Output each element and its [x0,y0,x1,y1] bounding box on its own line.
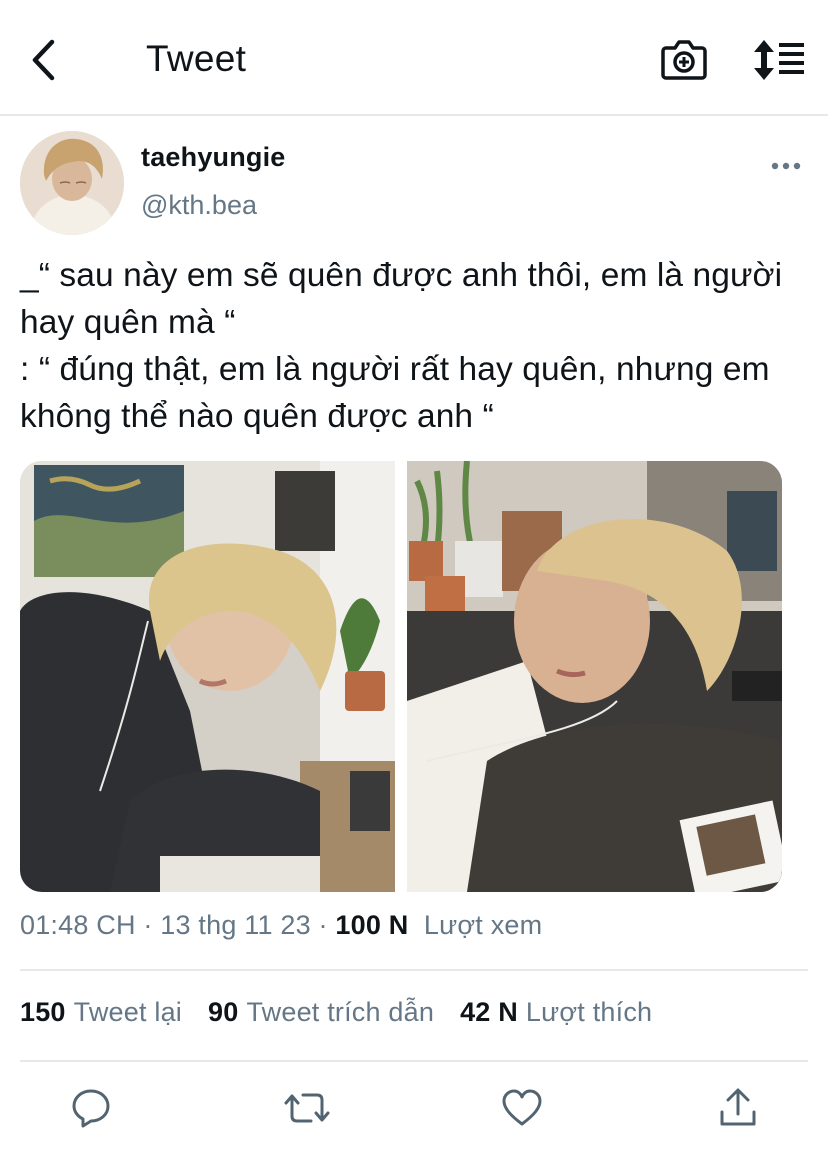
more-options-button[interactable] [768,156,804,176]
retweets-stat[interactable]: 150 Tweet lại [20,997,182,1027]
share-icon [720,1088,756,1126]
sort-icon [754,40,804,80]
tweet-photo-1[interactable] [20,461,395,892]
likes-label: Lượt thích [525,997,653,1027]
photo-image [407,461,782,892]
retweet-button[interactable] [283,1086,330,1130]
user-handle[interactable]: @kth.bea [141,190,257,221]
like-button[interactable] [500,1086,544,1130]
tweet-date: 13 thg 11 23 [160,910,311,940]
divider [20,1060,808,1062]
tweet-stats: 150 Tweet lại 90 Tweet trích dẫn 42 N Lượt th… [20,997,652,1028]
back-button[interactable] [26,36,66,84]
retweets-count: 150 [20,997,66,1027]
tweet-meta: 01:48 CH · 13 thg 11 23 · 100 N Lượt xem [20,910,542,941]
meta-separator: · [135,910,161,940]
like-icon [502,1089,542,1126]
divider [20,969,808,971]
share-button[interactable] [716,1086,760,1130]
tweet-time: 01:48 CH [20,910,136,940]
tweet-photo-2[interactable] [407,461,782,892]
avatar[interactable] [20,131,124,235]
quotes-stat[interactable]: 90 Tweet trích dẫn [208,997,434,1027]
likes-count: 42 N [460,997,518,1027]
camera-icon [661,40,707,80]
retweets-label: Tweet lại [73,997,183,1027]
reply-icon [72,1089,110,1128]
photo-image [20,461,395,892]
likes-stat[interactable]: 42 N Lượt thích [460,997,652,1027]
display-name[interactable]: taehyungie [141,142,286,173]
tweet-text: _“ sau này em sẽ quên được anh thôi, em … [20,257,783,435]
retweet-icon [284,1093,330,1123]
avatar-image [20,131,124,235]
camera-button[interactable] [660,38,708,82]
top-bar: Tweet [0,0,828,116]
reply-button[interactable] [69,1086,113,1130]
page-title: Tweet [146,38,247,79]
quotes-count: 90 [208,997,239,1027]
sort-button[interactable] [752,38,808,82]
views-label: Lượt xem [423,910,543,940]
meta-separator: · [310,910,336,940]
chevron-left-icon [32,39,55,81]
more-dots-icon [771,162,801,170]
views-count: 100 N [335,910,409,940]
quotes-label: Tweet trích dẫn [246,997,435,1027]
